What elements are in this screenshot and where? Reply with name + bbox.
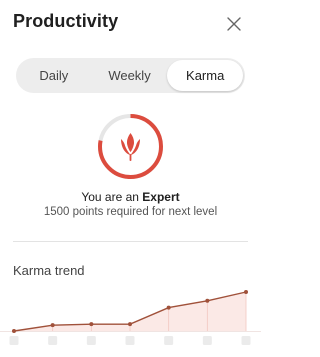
karma-level-text: You are an Expert [0,190,261,204]
level-prefix: You are an [81,190,143,204]
trend-point[interactable] [166,305,171,310]
trend-point[interactable] [205,298,210,303]
period-tabs: Daily Weekly Karma [16,58,245,93]
trend-day-marker [125,336,135,345]
productivity-panel: Productivity Daily Weekly Karma You are … [0,0,261,357]
trend-day-marker [164,336,174,345]
tab-weekly[interactable]: Weekly [92,58,168,93]
tab-karma[interactable]: Karma [167,60,244,91]
trend-day-marker [241,336,251,345]
trend-day-marker [86,336,96,345]
karma-trend-chart [0,290,261,345]
karma-progress-ring [98,114,163,179]
tulip-icon [121,133,140,161]
trend-point[interactable] [12,329,16,333]
trend-day-marker [48,336,58,345]
page-title: Productivity [13,11,119,31]
trend-day-marker [202,336,212,345]
trend-day-marker [9,336,19,345]
points-required-text: 1500 points required for next level [43,206,218,218]
karma-trend-title: Karma trend [13,263,85,278]
trend-point[interactable] [89,322,94,327]
close-icon [227,17,241,31]
trend-point[interactable] [128,322,132,327]
close-button[interactable] [222,12,246,36]
tab-daily[interactable]: Daily [16,58,92,93]
divider [13,241,248,242]
trend-point[interactable] [244,290,248,294]
level-name: Expert [142,190,180,204]
trend-point[interactable] [50,323,55,328]
